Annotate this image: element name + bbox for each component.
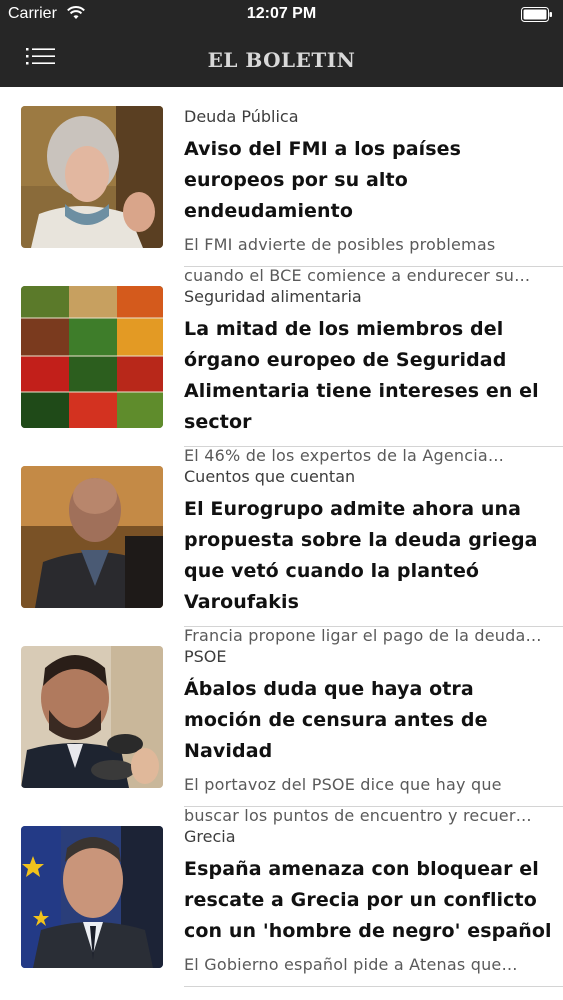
article-summary: El Gobierno español pide a Atenas que… — [184, 955, 518, 974]
article-thumbnail — [21, 466, 163, 608]
article-category: Seguridad alimentaria — [184, 287, 362, 306]
divider — [184, 986, 563, 987]
article-item[interactable]: Cuentos que cuentan El Eurogrupo admite … — [0, 447, 563, 645]
article-thumbnail — [21, 106, 163, 248]
app-header: Carrier 12:07 PM EL BOLETIN — [0, 0, 563, 87]
article-title: España amenaza con bloquear el rescate a… — [184, 858, 552, 942]
article-title: Aviso del FMI a los países europeos por … — [184, 138, 462, 222]
status-time: 12:07 PM — [246, 5, 317, 22]
article-title: Ábalos duda que haya otra moción de cens… — [184, 678, 488, 762]
article-item[interactable]: Seguridad alimentaria La mitad de los mi… — [0, 267, 563, 465]
article-item[interactable]: Deuda Pública Aviso del FMI a los países… — [0, 87, 563, 285]
article-category: Deuda Pública — [184, 107, 299, 126]
article-item[interactable]: Grecia España amenaza con bloquear el re… — [0, 807, 563, 987]
navigation-bar: EL BOLETIN — [0, 30, 563, 87]
app-title: EL BOLETIN — [207, 48, 356, 72]
article-category: PSOE — [184, 647, 227, 666]
news-feed: Deuda Pública Aviso del FMI a los países… — [0, 87, 563, 987]
battery-icon — [521, 7, 552, 22]
article-thumbnail — [21, 826, 163, 968]
status-bar: Carrier 12:07 PM — [0, 0, 563, 30]
article-thumbnail — [21, 646, 163, 788]
article-item[interactable]: PSOE Ábalos duda que haya otra moción de… — [0, 627, 563, 825]
article-thumbnail — [21, 286, 163, 428]
article-category: Grecia — [184, 827, 236, 846]
article-title: La mitad de los miembros del órgano euro… — [184, 318, 539, 433]
article-title: El Eurogrupo admite ahora una propuesta … — [184, 498, 538, 613]
article-category: Cuentos que cuentan — [184, 467, 356, 486]
